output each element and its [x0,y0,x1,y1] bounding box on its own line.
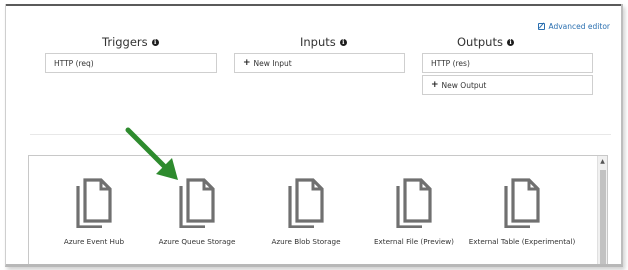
plus-icon: + [243,58,251,68]
inputs-heading: Inputs i [300,35,347,49]
output-http-res[interactable]: HTTP (res) [422,53,593,73]
annotation-arrow [125,127,178,180]
template-tile[interactable]: External Table (Experimental) [467,178,577,258]
plus-icon: + [431,80,439,90]
top-border [6,4,621,15]
template-label: External File (Preview) [373,237,454,246]
inputs-title: Inputs [300,35,336,49]
section-divider [30,134,611,135]
new-input-button[interactable]: + New Input [234,53,405,73]
triggers-heading: Triggers i [102,35,159,49]
template-list: ▲ Azure Event Hub Azure Queue Storage Azur… [28,155,608,264]
edit-icon [538,23,546,30]
output-label: HTTP (res) [431,58,470,68]
template-tile[interactable]: Azure Queue Storage [142,178,252,258]
info-icon[interactable]: i [506,38,514,46]
document-stack-icon [76,178,112,228]
template-label: External Table (Experimental) [468,237,576,246]
trigger-label: HTTP (req) [54,58,94,68]
info-icon[interactable]: i [151,38,159,46]
document-stack-icon [288,178,324,228]
template-tile[interactable]: Azure Event Hub [39,178,149,258]
template-label: Azure Queue Storage [158,237,236,246]
new-output-button[interactable]: + New Output [422,75,593,95]
document-stack-icon [396,178,432,228]
outputs-heading: Outputs i [457,35,514,49]
document-stack-icon [504,178,540,228]
template-tile[interactable]: Azure Blob Storage [251,178,361,258]
scrollbar-thumb[interactable] [600,170,606,264]
outputs-title: Outputs [457,35,503,49]
template-label: Azure Event Hub [63,237,125,246]
advanced-editor-label: Advanced editor [548,22,610,31]
template-tile[interactable]: External File (Preview) [359,178,469,258]
info-icon[interactable]: i [339,38,347,46]
vertical-scrollbar[interactable]: ▲ [597,156,607,264]
triggers-title: Triggers [102,35,148,49]
template-label: Azure Blob Storage [271,237,341,246]
scroll-up-icon[interactable]: ▲ [599,158,606,165]
function-integrate-panel: Advanced editor Triggers i HTTP (req) In… [5,4,623,267]
new-input-label: New Input [253,58,292,68]
trigger-http-req[interactable]: HTTP (req) [45,53,217,73]
new-output-label: New Output [441,80,487,90]
advanced-editor-link[interactable]: Advanced editor [538,22,610,31]
